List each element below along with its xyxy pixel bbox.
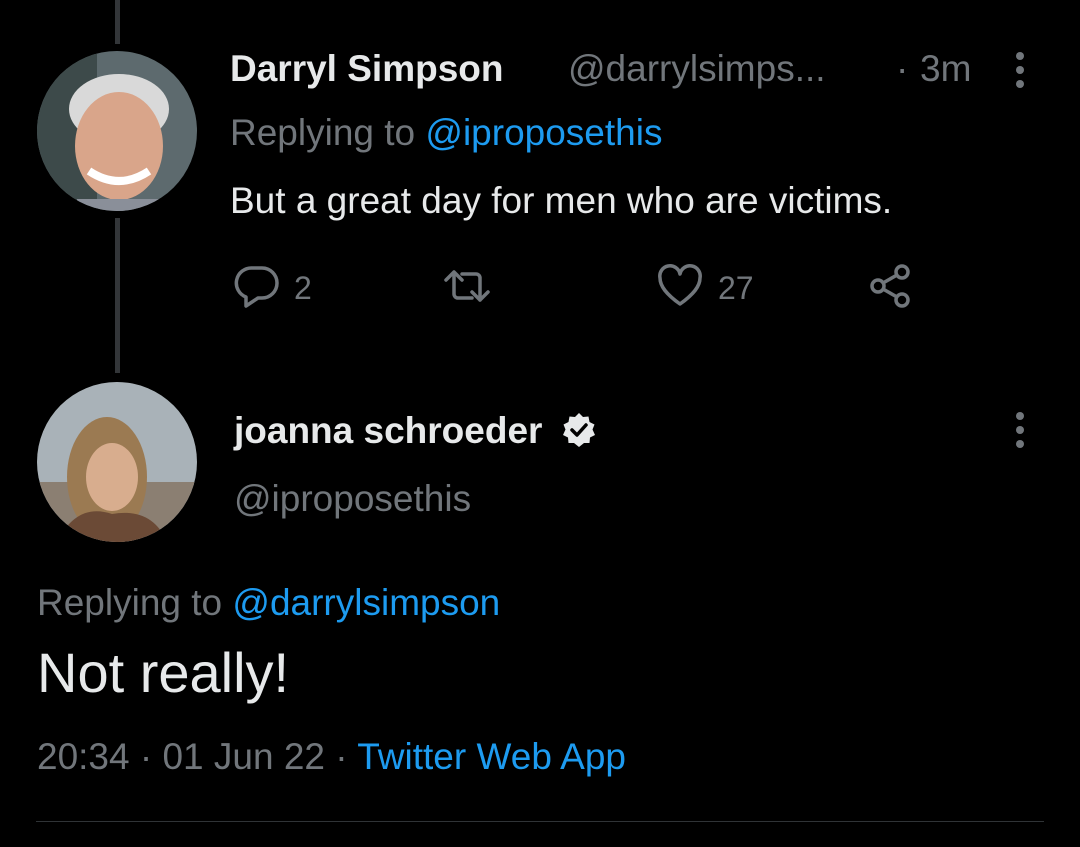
avatar[interactable] [37, 382, 197, 542]
avatar[interactable] [37, 51, 197, 211]
meta-separator: · [139, 736, 153, 777]
main-author-row: joanna schroeder [234, 410, 598, 452]
reply-timestamp[interactable]: 3m [920, 48, 971, 90]
tweet-meta: 20:34 · 01 Jun 22 · Twitter Web App [37, 736, 626, 778]
replying-handle-link[interactable]: @iproposethis [425, 112, 662, 153]
verified-badge-icon [560, 412, 598, 450]
reply-time-separator: · [896, 48, 909, 89]
more-icon[interactable] [1012, 50, 1028, 95]
tweet-source-link[interactable]: Twitter Web App [357, 736, 626, 777]
more-icon[interactable] [1012, 410, 1028, 455]
thread-line-top [115, 0, 120, 44]
main-author-name[interactable]: joanna schroeder [234, 410, 542, 452]
reply-button[interactable]: 2 [234, 264, 312, 313]
main-tweet-text: Not really! [37, 641, 290, 704]
share-icon [866, 262, 914, 315]
replying-handle-link[interactable]: @darrylsimpson [232, 582, 500, 623]
like-button[interactable]: 27 [656, 264, 754, 313]
reply-replying-to: Replying to @iproposethis [230, 112, 662, 154]
meta-separator: · [335, 736, 348, 777]
main-replying-to: Replying to @darrylsimpson [37, 582, 500, 624]
tweet-date[interactable]: 01 Jun 22 [162, 736, 325, 777]
tweet-time[interactable]: 20:34 [37, 736, 130, 777]
share-button[interactable] [866, 262, 914, 315]
reply-author-handle[interactable]: @darrylsimps... [568, 48, 826, 90]
heart-icon [656, 264, 704, 313]
reply-icon [234, 264, 280, 313]
retweet-button[interactable] [440, 266, 508, 311]
main-author-handle[interactable]: @iproposethis [234, 478, 471, 520]
replying-prefix: Replying to [37, 582, 223, 623]
retweet-icon [440, 266, 494, 311]
thread-line-bottom [115, 218, 120, 373]
like-count: 27 [718, 270, 754, 306]
reply-author-name[interactable]: Darryl Simpson [230, 48, 503, 90]
reply-count: 2 [294, 270, 312, 306]
divider [36, 821, 1044, 822]
reply-text: But a great day for men who are victims. [230, 180, 893, 221]
replying-prefix: Replying to [230, 112, 416, 153]
